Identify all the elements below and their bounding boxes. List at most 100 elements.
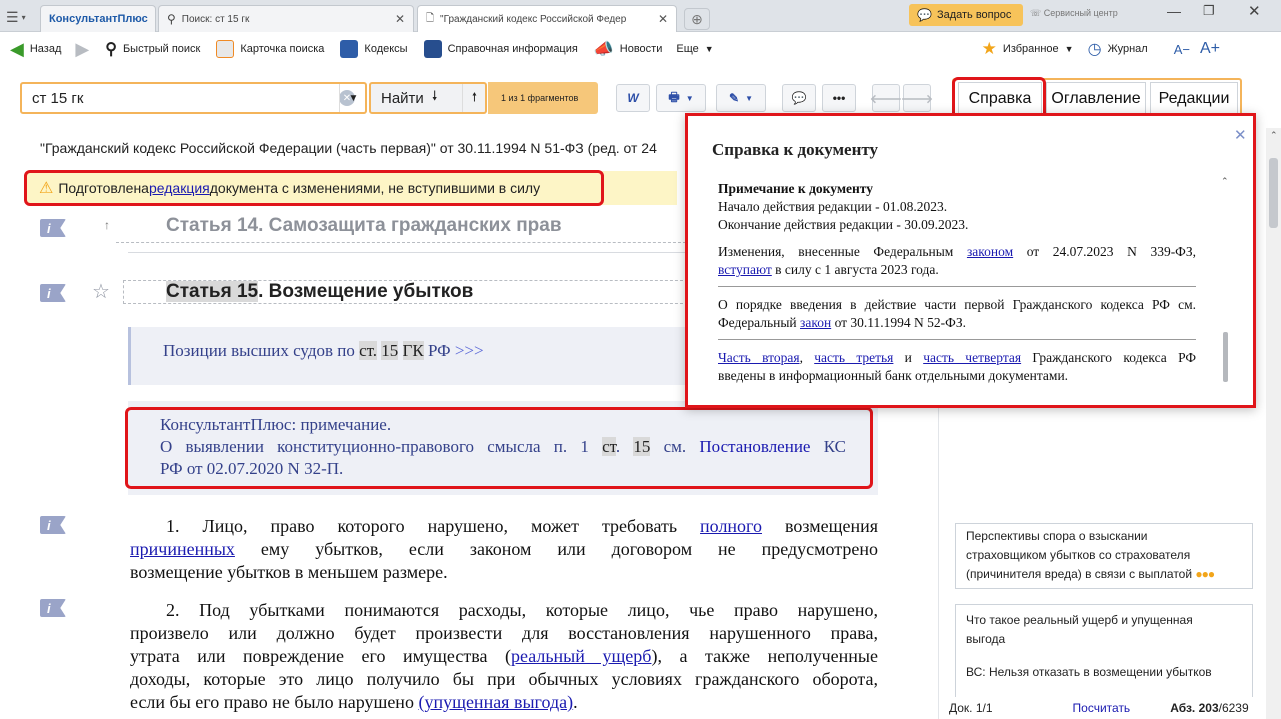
part-three-link[interactable]: часть третья: [814, 350, 893, 365]
part-four-link[interactable]: часть четвертая: [923, 350, 1021, 365]
news-button[interactable]: 📣 Новости: [594, 39, 663, 59]
popup-ch-c: в силу с 1 августа 2023 года.: [771, 262, 939, 277]
ask-question-button[interactable]: 💬 Задать вопрос: [909, 4, 1023, 26]
more-menu[interactable]: Еще ▼: [676, 43, 713, 55]
caused-link[interactable]: причиненных: [130, 539, 235, 559]
scroll-thumb[interactable]: [1269, 158, 1278, 228]
quick-search-button[interactable]: ⚲ Быстрый поиск: [105, 39, 200, 59]
more-actions-button[interactable]: •••: [822, 84, 856, 112]
ask-question-label: Задать вопрос: [936, 9, 1012, 21]
service-center-link[interactable]: ☏ Сервисный центр: [1030, 8, 1118, 19]
tab-home[interactable]: КонсультантПлюс: [40, 5, 156, 32]
search-card-button[interactable]: Карточка поиска: [216, 40, 324, 58]
comment-button[interactable]: 💬: [782, 84, 816, 112]
reference-button[interactable]: Справочная информация: [423, 40, 578, 58]
journal-button[interactable]: ◷ Журнал: [1088, 39, 1148, 59]
close-icon[interactable]: ✕: [395, 12, 405, 26]
star-icon[interactable]: ☆: [92, 279, 110, 304]
popup-start: Начало действия редакции - 01.08.2023.: [718, 199, 948, 214]
font-increase-label: A+: [1199, 40, 1220, 57]
comment-icon: 💬: [791, 91, 807, 105]
history-icon: ◷: [1087, 41, 1102, 58]
p2-line4: доходы, которые это лицо получило бы при…: [130, 669, 878, 689]
document-icon: 🗋: [426, 12, 435, 24]
tab-oglavlenie[interactable]: Оглавление: [1046, 82, 1146, 116]
info-icon[interactable]: i: [40, 516, 66, 534]
positions-a: Позиции высших судов по: [163, 341, 360, 360]
maximize-button[interactable]: ❐: [1203, 3, 1215, 19]
part-two-link[interactable]: Часть вторая: [718, 350, 800, 365]
codes-icon: [340, 40, 359, 58]
codes-button[interactable]: Кодексы: [340, 40, 408, 58]
article-14-heading[interactable]: Статья 14. Самозащита гражданских прав: [166, 215, 562, 237]
info-icon[interactable]: i: [40, 284, 66, 302]
tab-document[interactable]: 🗋 "Гражданский кодекс Российской Федер ✕: [417, 5, 677, 32]
scroll-up-icon[interactable]: ⌃: [1270, 130, 1278, 141]
paragraph-1: 1. Лицо, право которого нарушено, может …: [130, 515, 878, 584]
nav-back-button[interactable]: 🡐: [870, 84, 902, 112]
edition-warning: ⚠ Подготовлена редакция документа с изме…: [24, 170, 604, 206]
arrow-down-icon: 🠗: [431, 88, 438, 103]
more-dots-icon: ●●●: [1195, 567, 1215, 581]
highlight-button[interactable]: ✎ ▼: [716, 84, 766, 112]
search-input[interactable]: ст 15 гк ✕: [20, 82, 367, 114]
up-arrow-icon[interactable]: ↑: [104, 218, 110, 232]
lost-profit-link[interactable]: (упущенная выгода): [418, 692, 573, 712]
related-card-2[interactable]: Что такое реальный ущерб и упущенная выг…: [955, 604, 1253, 704]
close-icon[interactable]: ✕: [1234, 126, 1247, 144]
p1-a: 1. Лицо, право которого нарушено, может …: [166, 516, 701, 536]
window-close-button[interactable]: ✕: [1248, 2, 1261, 20]
service-icon: ☏: [1030, 8, 1044, 18]
related-card-1[interactable]: Перспективы спора о взыскании страховщик…: [955, 523, 1253, 589]
info-icon[interactable]: i: [40, 599, 66, 617]
codes-label: Кодексы: [364, 43, 408, 55]
tab-search[interactable]: ⚲ Поиск: ст 15 гк ✕: [158, 5, 414, 32]
chat-icon: 💬: [917, 8, 932, 22]
law-52-link[interactable]: закон: [800, 315, 831, 330]
popup-ord-b: Федеральный: [718, 315, 800, 330]
enter-force-link[interactable]: вступают: [718, 262, 772, 277]
warning-pre: Подготовлена: [58, 180, 149, 196]
info-icon[interactable]: i: [40, 219, 66, 237]
search-dropdown[interactable]: ▼: [339, 84, 367, 112]
count-link[interactable]: Посчитать: [1073, 701, 1131, 715]
popup-ch-b: от 24.07.2023 N 339-ФЗ,: [1013, 244, 1196, 259]
favorites-menu[interactable]: ★ Избранное ▼: [982, 39, 1074, 59]
tab-redakcii[interactable]: Редакции: [1150, 82, 1238, 116]
back-button[interactable]: ◀ Назад: [10, 39, 61, 60]
paragraph-2: 2. Под убытками понимаются расходы, кото…: [130, 599, 878, 714]
font-increase-button[interactable]: A+: [1200, 40, 1220, 58]
card2-line3: ВС: Нельзя отказать в возмещении убытков: [966, 665, 1212, 679]
nav-forward-button[interactable]: 🡒: [901, 84, 933, 112]
status-abz: Абз. 203/6239: [1170, 701, 1248, 715]
books-icon: [423, 40, 442, 58]
service-center-label: Сервисный центр: [1043, 8, 1118, 18]
forward-button[interactable]: ▶: [75, 39, 89, 60]
font-decrease-button[interactable]: A−: [1174, 42, 1190, 57]
edition-link[interactable]: редакция: [149, 180, 210, 196]
main-menu-button[interactable]: ☰ ▾: [6, 7, 36, 27]
positions-more-link[interactable]: >>>: [455, 341, 484, 360]
close-icon[interactable]: ✕: [658, 12, 668, 26]
court-positions-block[interactable]: Позиции высших судов по ст. 15 ГК РФ >>>: [128, 327, 688, 385]
popup-scroll-thumb[interactable]: [1223, 332, 1228, 382]
popup-scroll-up-icon[interactable]: ⌃: [1221, 176, 1229, 187]
search-icon: ⚲: [105, 41, 117, 58]
tab-oglavlenie-label: Оглавление: [1051, 90, 1141, 107]
minimize-button[interactable]: —: [1167, 3, 1181, 19]
article-15-b: . Возмещение убытков: [258, 281, 474, 302]
law-link[interactable]: законом: [967, 244, 1013, 259]
divider: [718, 279, 1196, 287]
card2-line2: выгода: [966, 632, 1006, 646]
main-scrollbar[interactable]: ⌃: [1266, 128, 1281, 719]
full-link[interactable]: полного: [700, 516, 762, 536]
p2-5a: если бы его право не было нарушено: [130, 692, 419, 712]
p2-5b: .: [573, 692, 578, 712]
p2-3a: утрата или повреждение его имущества (: [130, 646, 511, 666]
export-word-button[interactable]: W: [616, 84, 650, 112]
new-tab-button[interactable]: ⊕: [684, 8, 710, 30]
p2-line2: произвело или должно будет произвести дл…: [130, 623, 878, 643]
find-prev-button[interactable]: 🠕: [462, 84, 486, 112]
real-damage-link[interactable]: реальный ущерб: [511, 646, 651, 666]
print-button[interactable]: 🖶 ▼: [656, 84, 706, 112]
